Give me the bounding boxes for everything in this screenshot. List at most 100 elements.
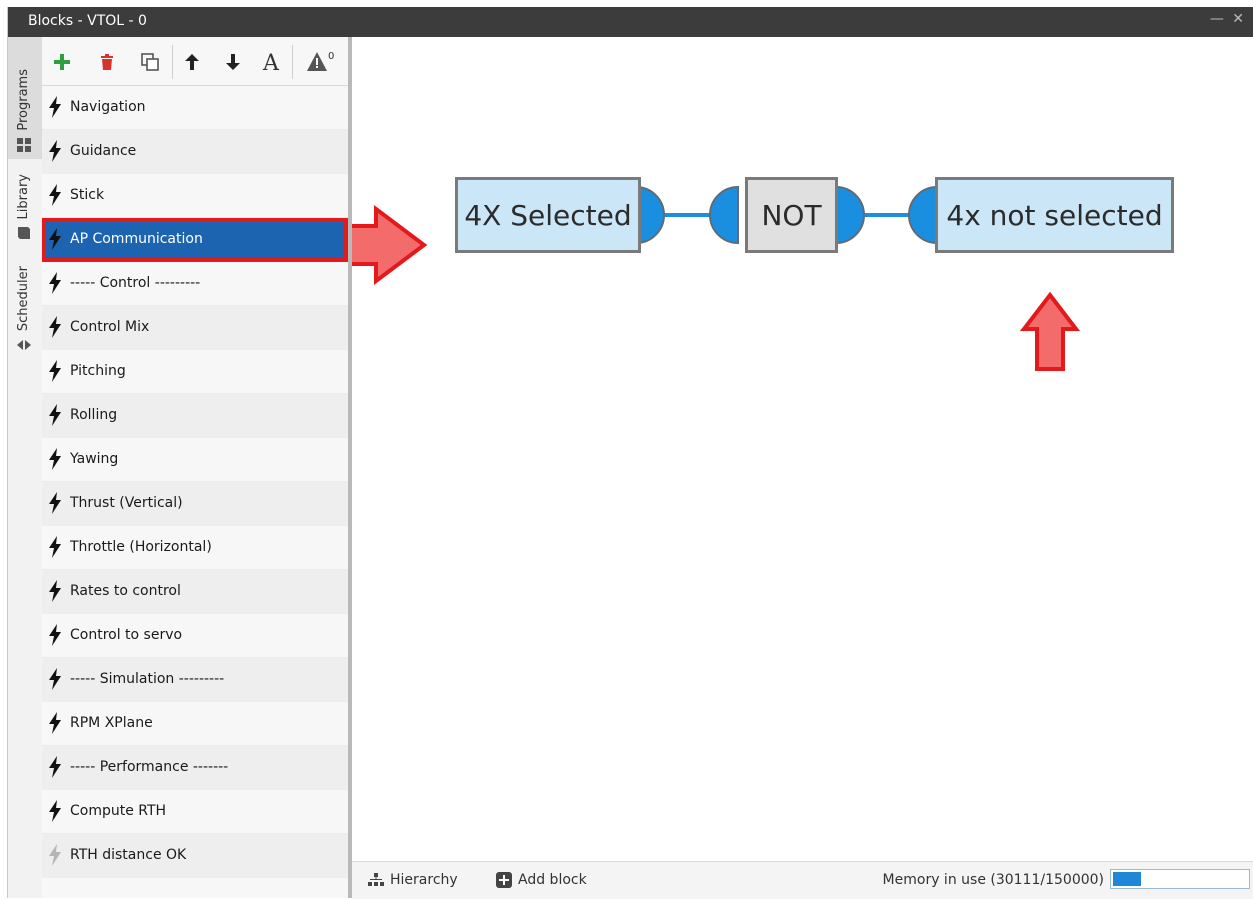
input-port-2[interactable] xyxy=(709,185,739,245)
annotation-arrow-up xyxy=(1019,291,1081,371)
block-toolbar: A 0 xyxy=(42,37,348,86)
warnings-button[interactable]: 0 xyxy=(306,51,336,73)
block-label: Guidance xyxy=(70,143,137,159)
block-list-item[interactable]: Pitching xyxy=(42,350,348,394)
block-label: Rolling xyxy=(70,407,118,423)
move-up-button[interactable] xyxy=(181,51,203,73)
tab-scheduler[interactable]: Scheduler xyxy=(8,247,42,359)
duplicate-icon xyxy=(141,53,159,71)
grid-icon xyxy=(17,138,31,152)
block-list-item[interactable]: Rates to control xyxy=(42,570,348,614)
block-list-item[interactable]: RPM XPlane xyxy=(42,702,348,746)
lightning-icon xyxy=(49,624,61,646)
delete-block-button[interactable] xyxy=(96,51,118,73)
move-up-icon xyxy=(185,54,199,70)
block-label: Thrust (Vertical) xyxy=(70,495,183,511)
lightning-icon xyxy=(49,580,61,602)
tab-library[interactable]: Library xyxy=(8,159,42,247)
lightning-icon xyxy=(49,668,61,690)
lightning-icon xyxy=(49,536,61,558)
block-label: Control Mix xyxy=(70,319,150,335)
block-label: Compute RTH xyxy=(70,803,167,819)
block-list-item[interactable]: RTH distance OK xyxy=(42,834,348,878)
input-port-3[interactable] xyxy=(908,185,938,245)
lightning-icon xyxy=(49,96,61,118)
rename-block-button[interactable]: A xyxy=(260,51,282,73)
tab-programs-label: Programs xyxy=(16,69,31,131)
side-tabs: Programs Library Scheduler xyxy=(8,37,43,898)
block-label: Stick xyxy=(70,187,105,203)
block-list-item[interactable]: AP Communication xyxy=(42,218,348,262)
hierarchy-icon xyxy=(368,873,384,886)
block-label: Throttle (Horizontal) xyxy=(70,539,212,555)
add-box-icon xyxy=(496,872,512,888)
memory-progress-bar xyxy=(1110,869,1250,889)
block-list-item[interactable]: Navigation xyxy=(42,86,348,130)
block-label: Yawing xyxy=(70,451,119,467)
block-list-item[interactable]: Thrust (Vertical) xyxy=(42,482,348,526)
memory-label: Memory in use (30111/150000) xyxy=(882,872,1104,888)
add-block-button[interactable] xyxy=(51,51,73,73)
block-list-item[interactable]: Stick xyxy=(42,174,348,218)
block-list-item[interactable]: ----- Control --------- xyxy=(42,262,348,306)
block-list-item[interactable]: Control to servo xyxy=(42,614,348,658)
block-label: ----- Simulation --------- xyxy=(70,671,225,687)
lightning-icon xyxy=(49,756,61,778)
lightning-icon xyxy=(49,404,61,426)
block-list-panel: A 0 Navigation Guidance Stick AP Communicat… xyxy=(42,37,352,898)
lightning-icon xyxy=(49,360,61,382)
lightning-icon xyxy=(49,228,61,250)
hierarchy-label: Hierarchy xyxy=(390,872,458,888)
hierarchy-button[interactable]: Hierarchy xyxy=(368,872,458,888)
block-label: RTH distance OK xyxy=(70,847,187,863)
title-bar: Blocks - VTOL - 0 — ✕ xyxy=(8,7,1253,37)
lightning-icon xyxy=(49,140,61,162)
block-label: RPM XPlane xyxy=(70,715,153,731)
block-label: Navigation xyxy=(70,99,146,115)
block-list-item[interactable]: Yawing xyxy=(42,438,348,482)
lightning-icon xyxy=(49,800,61,822)
block-list-item[interactable]: ----- Performance ------- xyxy=(42,746,348,790)
svg-text:A: A xyxy=(262,51,280,73)
memory-progress-fill xyxy=(1113,872,1141,886)
tab-programs[interactable]: Programs xyxy=(8,37,42,159)
block-list-item[interactable]: Compute RTH xyxy=(42,790,348,834)
move-down-button[interactable] xyxy=(222,51,244,73)
block-label: ----- Performance ------- xyxy=(70,759,229,775)
window-controls[interactable]: — ✕ xyxy=(1210,11,1246,27)
block-label: Rates to control xyxy=(70,583,181,599)
arrows-icon xyxy=(17,340,31,350)
warning-count: 0 xyxy=(328,51,334,62)
bottom-bar: Hierarchy Add block Memory in use (30111… xyxy=(352,861,1253,899)
add-icon xyxy=(54,54,70,70)
duplicate-block-button[interactable] xyxy=(139,51,161,73)
block-list-item[interactable]: Control Mix xyxy=(42,306,348,350)
diagram-svg xyxy=(352,185,1081,371)
add-block-bottom-button[interactable]: Add block xyxy=(496,872,587,888)
tab-scheduler-label: Scheduler xyxy=(16,265,31,331)
block-list-item[interactable]: Guidance xyxy=(42,130,348,174)
window-title: Blocks - VTOL - 0 xyxy=(28,13,147,29)
block-label: Pitching xyxy=(70,363,126,379)
block-label: AP Communication xyxy=(70,231,203,247)
block-list-item[interactable]: ----- Simulation --------- xyxy=(42,658,348,702)
block-label: ----- Control --------- xyxy=(70,275,201,291)
node-not[interactable]: NOT xyxy=(745,177,838,253)
add-block-label: Add block xyxy=(518,872,587,888)
block-list-item[interactable]: Throttle (Horizontal) xyxy=(42,526,348,570)
node-4x-selected[interactable]: 4X Selected xyxy=(455,177,641,253)
lightning-icon xyxy=(49,492,61,514)
lightning-icon xyxy=(49,184,61,206)
diagram-canvas[interactable]: 4X Selected NOT 4x not selected xyxy=(352,37,1253,861)
move-down-icon xyxy=(226,54,240,70)
lightning-icon xyxy=(49,448,61,470)
warning-icon: 0 xyxy=(307,51,334,71)
delete-icon xyxy=(101,54,113,70)
lightning-icon xyxy=(49,712,61,734)
tab-library-label: Library xyxy=(16,173,31,219)
annotation-arrow-right xyxy=(352,205,428,285)
block-list-item[interactable]: Rolling xyxy=(42,394,348,438)
rename-icon: A xyxy=(262,51,280,73)
output-port-2[interactable] xyxy=(835,185,865,245)
node-4x-not-selected[interactable]: 4x not selected xyxy=(935,177,1174,253)
